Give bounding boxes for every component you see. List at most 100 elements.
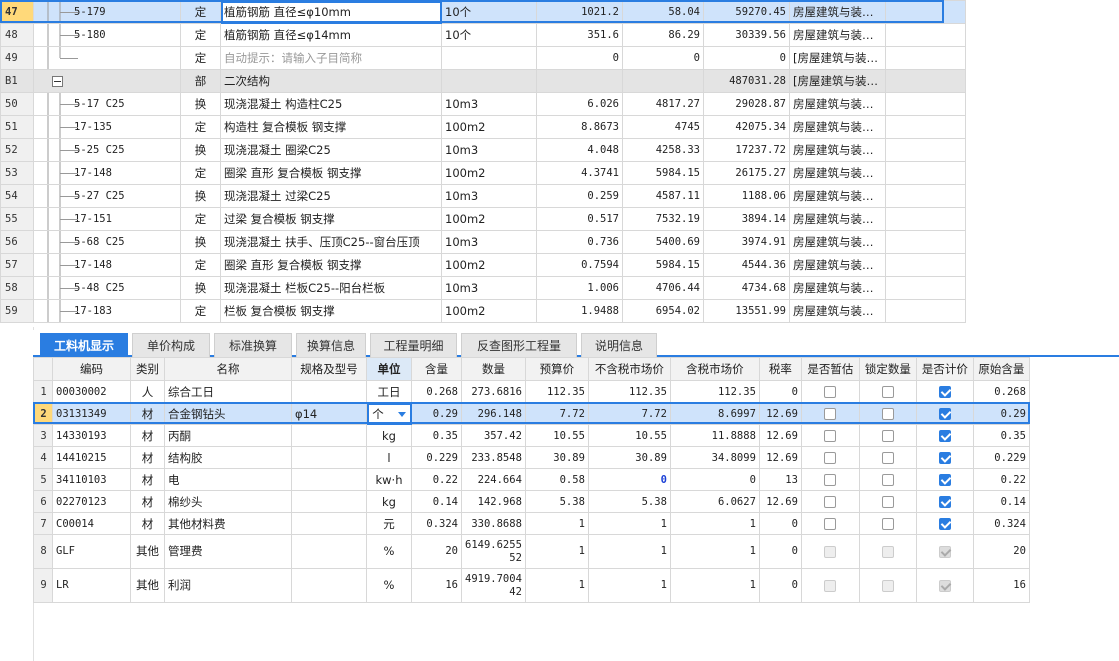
resource-name[interactable]: 管理费	[164, 534, 292, 569]
item-unit[interactable]: 10个	[441, 23, 537, 47]
item-unit[interactable]: 10m3	[441, 92, 537, 116]
resource-quantity[interactable]: 357.42	[461, 424, 526, 447]
item-quantity[interactable]: 8.8673	[536, 115, 623, 139]
resource-tax-rate[interactable]: 0	[758, 534, 802, 569]
item-name[interactable]: 过梁 复合模板 钢支撑	[220, 207, 442, 231]
item-total[interactable]: 0	[703, 46, 790, 70]
item-code[interactable]: 5-25 C25	[33, 138, 181, 162]
resource-market-price-tax[interactable]: 6.0627	[669, 490, 760, 513]
resource-market-price-tax[interactable]: 112.35	[669, 380, 760, 403]
resource-market-price-notax[interactable]: 1	[587, 568, 671, 603]
resource-budget-price[interactable]: 1	[524, 568, 589, 603]
column-header[interactable]: 含量	[411, 357, 462, 381]
item-type[interactable]: 定	[180, 115, 221, 139]
item-extra[interactable]	[885, 207, 966, 231]
item-type[interactable]: 换	[180, 138, 221, 162]
item-row[interactable]: 56 5-68 C25 换现浇混凝土 扶手、压顶C25--窗台压顶 10m3 0.736…	[0, 230, 966, 254]
item-name[interactable]: 圈梁 直形 复合模板 钢支撑	[220, 161, 442, 185]
estimate-checkbox[interactable]	[824, 518, 837, 530]
resource-unit[interactable]: 个	[366, 402, 412, 425]
item-extra[interactable]	[885, 0, 966, 24]
resource-unit[interactable]: l	[366, 446, 412, 469]
item-unit[interactable]: 100m2	[441, 253, 537, 277]
row-number[interactable]: 1	[33, 380, 53, 403]
resource-spec[interactable]	[291, 468, 367, 491]
item-unit-price[interactable]: 4745	[622, 115, 704, 139]
resource-original-content[interactable]: 0.324	[972, 512, 1030, 535]
column-header[interactable]: 类别	[130, 357, 165, 381]
resource-row[interactable]: 5 34110103 材电 kw·h 0.22 224.664 0.58 0 0 13 0.22	[33, 468, 1030, 491]
resource-budget-price[interactable]: 0.58	[524, 468, 589, 491]
resource-name[interactable]: 合金钢钻头	[164, 402, 292, 425]
resource-original-content[interactable]: 0.35	[972, 424, 1030, 447]
resource-market-price-notax[interactable]: 1	[587, 512, 671, 535]
resource-market-price-tax[interactable]: 11.8888	[669, 424, 760, 447]
resource-content[interactable]: 0.22	[411, 468, 462, 491]
item-row[interactable]: B1 部二次结构 487031.28 [房屋建筑与装…	[0, 69, 966, 93]
resource-quantity[interactable]: 296.148	[461, 402, 526, 425]
tab-4[interactable]: 换算信息	[296, 333, 366, 357]
row-number[interactable]: 3	[33, 424, 53, 447]
lock-quantity-checkbox[interactable]	[881, 474, 894, 486]
row-number[interactable]: 5	[33, 468, 53, 491]
row-number[interactable]: 54	[0, 184, 34, 208]
resource-original-content[interactable]: 0.29	[972, 402, 1030, 425]
item-unit[interactable]: 10m3	[441, 184, 537, 208]
column-header[interactable]: 是否计价	[915, 357, 974, 381]
resource-market-price-tax[interactable]: 0	[669, 468, 760, 491]
item-spec[interactable]: 房屋建筑与装…	[789, 253, 886, 277]
item-spec[interactable]: 房屋建筑与装…	[789, 115, 886, 139]
item-total[interactable]: 42075.34	[703, 115, 790, 139]
item-type[interactable]: 定	[180, 46, 221, 70]
column-header[interactable]: 原始含量	[972, 357, 1030, 381]
resource-content[interactable]: 0.268	[411, 380, 462, 403]
item-extra[interactable]	[885, 138, 966, 162]
column-header[interactable]: 规格及型号	[291, 357, 367, 381]
item-unit-price[interactable]: 4258.33	[622, 138, 704, 162]
resource-tax-rate[interactable]: 0	[758, 512, 802, 535]
resource-name[interactable]: 结构胶	[164, 446, 292, 469]
resource-row[interactable]: 6 02270123 材棉纱头 kg 0.14 142.968 5.38 5.38 6.0627…	[33, 490, 1030, 513]
item-quantity[interactable]: 1021.2	[536, 0, 623, 24]
resource-category[interactable]: 其他	[130, 534, 165, 569]
row-number[interactable]: 47	[0, 0, 34, 24]
item-spec[interactable]: 房屋建筑与装…	[789, 276, 886, 300]
item-row[interactable]: 54 5-27 C25 换现浇混凝土 过梁C25 10m3 0.259 4587.11 11…	[0, 184, 966, 208]
resource-category[interactable]: 材	[130, 424, 165, 447]
column-header[interactable]: 预算价	[524, 357, 589, 381]
dropdown-arrow-icon[interactable]	[397, 411, 406, 417]
estimate-checkbox[interactable]	[824, 408, 837, 420]
item-spec[interactable]: 房屋建筑与装…	[789, 0, 886, 24]
item-code[interactable]: 17-183	[33, 299, 181, 323]
resource-category[interactable]: 人	[130, 380, 165, 403]
item-type[interactable]: 定	[180, 0, 221, 24]
row-number[interactable]: 8	[33, 534, 53, 569]
resource-spec[interactable]	[291, 512, 367, 535]
row-number[interactable]: 52	[0, 138, 34, 162]
item-row[interactable]: 50 5-17 C25 换现浇混凝土 构造柱C25 10m3 6.026 4817.27 2…	[0, 92, 966, 116]
resource-content[interactable]: 0.14	[411, 490, 462, 513]
row-number[interactable]: 56	[0, 230, 34, 254]
count-price-checkbox[interactable]	[938, 452, 951, 464]
item-type[interactable]: 定	[180, 253, 221, 277]
item-row[interactable]: 49 定自动提示：请输入子目简称 0 0 0 [房屋建筑与装…	[0, 46, 966, 70]
item-quantity[interactable]: 0.259	[536, 184, 623, 208]
resource-spec[interactable]	[291, 380, 367, 403]
item-name[interactable]: 现浇混凝土 扶手、压顶C25--窗台压顶	[220, 230, 442, 254]
row-number[interactable]: 6	[33, 490, 53, 513]
count-price-checkbox[interactable]	[938, 496, 951, 508]
resource-tax-rate[interactable]: 0	[758, 568, 802, 603]
resource-content[interactable]: 20	[411, 534, 462, 569]
resource-quantity[interactable]: 233.8548	[461, 446, 526, 469]
item-type[interactable]: 部	[180, 69, 221, 93]
item-total[interactable]: 17237.72	[703, 138, 790, 162]
resource-row[interactable]: 4 14410215 材结构胶 l 0.229 233.8548 30.89 30.89 34.…	[33, 446, 1030, 469]
resource-budget-price[interactable]: 30.89	[524, 446, 589, 469]
count-price-checkbox[interactable]	[938, 474, 951, 486]
tab-7[interactable]: 说明信息	[581, 333, 657, 357]
resource-category[interactable]: 材	[130, 446, 165, 469]
item-row[interactable]: 47 5-179 定植筋钢筋 直径≤φ10mm 10个 1021.2 58.04 59270…	[0, 0, 966, 24]
item-name[interactable]: 二次结构	[220, 69, 442, 93]
item-type[interactable]: 换	[180, 92, 221, 116]
item-total[interactable]: 26175.27	[703, 161, 790, 185]
